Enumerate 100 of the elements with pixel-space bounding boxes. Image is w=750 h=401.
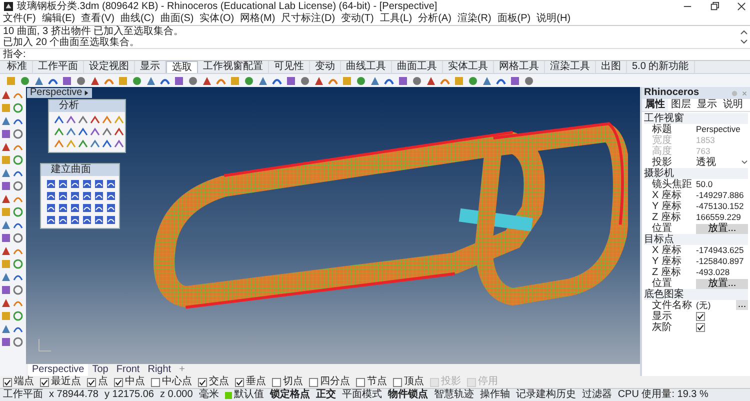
projection-dropdown[interactable]: 透视: [696, 157, 748, 168]
tool-icon[interactable]: [82, 179, 92, 189]
toolbar-tab[interactable]: 网格工具: [494, 61, 545, 73]
tool-icon[interactable]: [94, 191, 104, 201]
browse-button[interactable]: ...: [736, 300, 748, 310]
property-value[interactable]: 166559.229: [696, 212, 748, 223]
status-toggle[interactable]: 物件锁点: [388, 389, 428, 401]
tool-icon[interactable]: [106, 215, 116, 225]
tool-icon[interactable]: [106, 203, 116, 213]
toolbar-tab[interactable]: 工作视窗配置: [198, 61, 269, 73]
property-value[interactable]: -125840.897: [696, 256, 748, 267]
menu-item[interactable]: 变动(T): [341, 13, 374, 25]
toolbar-tab[interactable]: 工作平面: [33, 61, 84, 73]
checkbox[interactable]: [235, 378, 244, 386]
checkbox[interactable]: [696, 323, 705, 332]
place-button[interactable]: 放置...: [696, 278, 748, 288]
close-icon[interactable]: [737, 2, 746, 11]
place-button[interactable]: 放置...: [696, 224, 748, 234]
tool-icon[interactable]: [94, 179, 104, 189]
tool-icon[interactable]: [58, 191, 68, 201]
scroll-arrows-icon[interactable]: [740, 29, 748, 45]
tool-icon[interactable]: [46, 203, 56, 213]
property-label: Z 座标: [651, 267, 682, 278]
viewport-tab[interactable]: Top: [88, 364, 112, 376]
menu-item[interactable]: 工具(L): [380, 13, 412, 25]
tool-icon[interactable]: [46, 191, 56, 201]
tool-icon[interactable]: [70, 215, 80, 225]
toolbar-tab[interactable]: 可见性: [269, 61, 310, 73]
checkbox[interactable]: [272, 378, 281, 386]
toolbar-tab[interactable]: 变动: [310, 61, 341, 73]
menu-item[interactable]: 说明(H): [536, 13, 571, 25]
tool-icon[interactable]: [46, 179, 56, 189]
toolbar-tab[interactable]: 设定视图: [84, 61, 135, 73]
menu-item[interactable]: 面板(P): [497, 13, 531, 25]
tool-icon[interactable]: [106, 179, 116, 189]
menu-item[interactable]: 网格(M): [240, 13, 276, 25]
tool-icon[interactable]: [58, 203, 68, 213]
viewport-tab[interactable]: Front: [112, 364, 144, 376]
status-toggle[interactable]: 智慧轨迹: [434, 389, 474, 401]
toolbar-tab[interactable]: 5.0 的新功能: [627, 61, 695, 73]
status-toggle[interactable]: 操作轴: [480, 389, 510, 401]
panel-tab[interactable]: 说明: [720, 99, 746, 111]
tool-icon[interactable]: [82, 203, 92, 213]
checkbox[interactable]: [87, 378, 96, 386]
checkbox[interactable]: [696, 312, 705, 321]
status-toggle[interactable]: 平面模式: [342, 389, 382, 401]
checkbox[interactable]: [393, 378, 402, 386]
status-toggle[interactable]: 记录建构历史: [516, 389, 576, 401]
status-toggle[interactable]: 锁定格点: [270, 389, 310, 401]
tool-icon[interactable]: [70, 191, 80, 201]
checkbox[interactable]: [309, 378, 318, 386]
viewport-tab[interactable]: Right: [144, 364, 176, 376]
tool-icon[interactable]: [94, 203, 104, 213]
maximize-icon[interactable]: [710, 2, 719, 11]
current-layer[interactable]: 默认值: [234, 389, 264, 401]
menu-item[interactable]: 曲线(C): [120, 13, 154, 25]
tool-icon[interactable]: [70, 179, 80, 189]
property-value[interactable]: -149297.886: [696, 190, 748, 201]
panel-tab[interactable]: 显示: [694, 99, 720, 111]
tool-icon[interactable]: [46, 215, 56, 225]
menu-item[interactable]: 实体(O): [200, 13, 234, 25]
toolbar-tab[interactable]: 曲面工具: [392, 61, 443, 73]
toolbar-tab[interactable]: 曲线工具: [341, 61, 392, 73]
viewport-tab[interactable]: Perspective: [28, 364, 88, 376]
tool-icon[interactable]: [94, 215, 104, 225]
property-value[interactable]: -174943.625: [696, 245, 748, 256]
menu-item[interactable]: 文件(F): [3, 13, 36, 25]
checkbox[interactable]: [114, 378, 123, 386]
toolbar-tab[interactable]: 出图: [596, 61, 627, 73]
tool-icon[interactable]: [58, 179, 68, 189]
toolbar-tab[interactable]: 选取: [166, 61, 198, 73]
checkbox[interactable]: [198, 378, 207, 386]
status-toggle[interactable]: 过滤器: [582, 389, 612, 401]
checkbox[interactable]: [40, 378, 49, 386]
menu-item[interactable]: 编辑(E): [42, 13, 76, 25]
property-value[interactable]: -493.028: [696, 267, 748, 278]
window-title: 玻璃钢板分类.3dm (809642 KB) - Rhinoceros (Educational Lab License) (64-bit) - [Perspective]: [17, 0, 438, 12]
tool-icon[interactable]: [70, 203, 80, 213]
checkbox[interactable]: [356, 378, 365, 386]
checkbox[interactable]: [151, 378, 160, 386]
panel-tab[interactable]: 属性: [642, 99, 668, 111]
property-value[interactable]: -475130.152: [696, 201, 748, 212]
checkbox[interactable]: [3, 378, 12, 386]
tool-icon[interactable]: [82, 191, 92, 201]
panel-tab[interactable]: 图层: [668, 99, 694, 111]
tool-icon[interactable]: [106, 191, 116, 201]
viewport-title-tab[interactable]: Perspective: [27, 88, 92, 98]
menu-item[interactable]: 分析(A): [418, 13, 452, 25]
toolbar-tab[interactable]: 标准: [2, 61, 33, 73]
tool-icon[interactable]: [82, 215, 92, 225]
toolbar-tab[interactable]: 实体工具: [443, 61, 494, 73]
property-value[interactable]: 50.0: [696, 179, 748, 190]
menu-item[interactable]: 尺寸标注(D): [281, 13, 336, 25]
menu-item[interactable]: 渲染(R): [457, 13, 492, 25]
tool-icon[interactable]: [58, 215, 68, 225]
toolbar-tab[interactable]: 渲染工具: [545, 61, 596, 73]
menu-item[interactable]: 曲面(S): [160, 13, 194, 25]
menu-item[interactable]: 查看(V): [81, 13, 114, 25]
status-toggle[interactable]: 正交: [316, 389, 336, 401]
property-value[interactable]: Perspective: [696, 124, 748, 135]
